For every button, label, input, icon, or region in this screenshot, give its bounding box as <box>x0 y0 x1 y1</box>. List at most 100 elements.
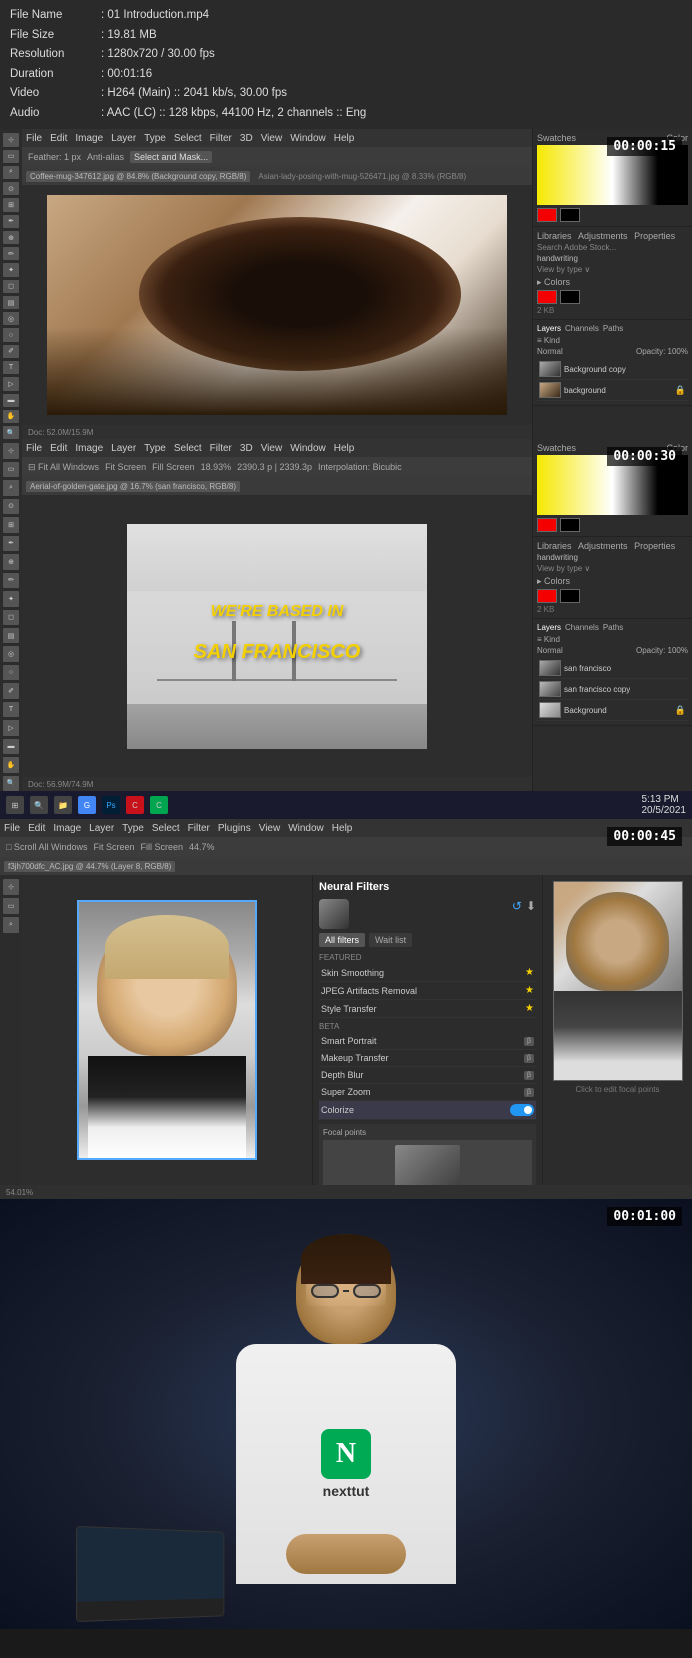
layer-sf[interactable]: san francisco <box>537 658 688 679</box>
tab-coffee[interactable]: Coffee-mug-347612.jpg @ 84.8% (Backgroun… <box>26 171 250 182</box>
menu2-help[interactable]: Help <box>334 443 355 454</box>
tool-gradient[interactable]: ▤ <box>3 296 19 309</box>
library-swatch-red-2[interactable] <box>537 589 557 603</box>
tool2-text[interactable]: T <box>3 702 19 717</box>
swatch-red-2[interactable] <box>537 518 557 532</box>
menu-view[interactable]: View <box>261 133 283 144</box>
tool2-pen[interactable]: ✐ <box>3 683 19 698</box>
tab-golden-gate[interactable]: Aerial-of-golden-gate.jpg @ 16.7% (san f… <box>26 481 240 492</box>
focal-points-preview[interactable] <box>323 1140 532 1185</box>
swatch-black[interactable] <box>560 208 580 222</box>
menu-filter[interactable]: Filter <box>210 133 232 144</box>
menu3-plugins[interactable]: Plugins <box>218 823 251 834</box>
tool3-select[interactable]: ▭ <box>3 898 19 914</box>
tool-shape[interactable]: ▬ <box>3 394 19 407</box>
tool-move[interactable]: ⊹ <box>3 133 19 146</box>
tool2-eye[interactable]: ✒ <box>3 536 19 551</box>
menu3-type[interactable]: Type <box>122 823 144 834</box>
paths-tab[interactable]: Paths <box>603 324 623 333</box>
tool-select[interactable]: ▭ <box>3 150 19 163</box>
filter-makeup-transfer[interactable]: Makeup Transfer β <box>319 1050 536 1067</box>
tool2-blur2[interactable]: ◎ <box>3 646 19 661</box>
filter-depth-blur[interactable]: Depth Blur β <box>319 1067 536 1084</box>
fit-screen[interactable]: Fit Screen <box>105 462 146 472</box>
channels-tab[interactable]: Channels <box>565 324 599 333</box>
taskbar2-chrome[interactable]: G <box>78 796 96 814</box>
menu2-image[interactable]: Image <box>75 443 103 454</box>
taskbar2-photoshop[interactable]: Ps <box>102 796 120 814</box>
tool-pen[interactable]: ✐ <box>3 345 19 358</box>
menu2-filter[interactable]: Filter <box>210 443 232 454</box>
tool2-zoom[interactable]: 🔍 <box>3 776 19 791</box>
library-swatch-black-2[interactable] <box>560 589 580 603</box>
channels-tab-2[interactable]: Channels <box>565 623 599 632</box>
ps-canvas-2[interactable]: WE'RE BASED IN SAN FRANCISCO <box>22 495 532 777</box>
library-swatch-black[interactable] <box>560 290 580 304</box>
tool2-heal[interactable]: ⊕ <box>3 554 19 569</box>
tool2-shape[interactable]: ▬ <box>3 739 19 754</box>
tool2-select[interactable]: ▭ <box>3 462 19 477</box>
fit-all[interactable]: Fit Screen <box>93 842 134 852</box>
layers-tab[interactable]: Layers <box>537 324 561 333</box>
menu3-image[interactable]: Image <box>53 823 81 834</box>
tool-dodge[interactable]: ○ <box>3 328 19 341</box>
menu-edit[interactable]: Edit <box>50 133 67 144</box>
menu-help[interactable]: Help <box>334 133 355 144</box>
menu3-layer[interactable]: Layer <box>89 823 114 834</box>
tool-magic-wand[interactable]: ⊙ <box>3 182 19 195</box>
menu2-window[interactable]: Window <box>290 443 326 454</box>
paths-tab-2[interactable]: Paths <box>603 623 623 632</box>
fill-screen[interactable]: Fill Screen <box>152 462 195 472</box>
menu-image[interactable]: Image <box>75 133 103 144</box>
nf-download-icon[interactable]: ⬇ <box>526 899 536 913</box>
menu3-help[interactable]: Help <box>332 823 353 834</box>
menu-select[interactable]: Select <box>174 133 202 144</box>
menu2-select[interactable]: Select <box>174 443 202 454</box>
menu2-file[interactable]: File <box>26 443 42 454</box>
tool-clone[interactable]: ✦ <box>3 263 19 276</box>
tool2-brush[interactable]: ✏ <box>3 573 19 588</box>
filter-smart-portrait[interactable]: Smart Portrait β <box>319 1033 536 1050</box>
tool-text[interactable]: T <box>3 361 19 374</box>
filter-jpeg-artifacts[interactable]: JPEG Artifacts Removal ★ <box>319 982 536 1000</box>
menu3-file[interactable]: File <box>4 823 20 834</box>
opacity-value[interactable]: Opacity: 100% <box>636 347 688 356</box>
tool3-lasso[interactable]: ⌕ <box>3 917 19 933</box>
layers-tab-2[interactable]: Layers <box>537 623 561 632</box>
tab-asian-lady[interactable]: Asian-lady-posing-with-mug-526471.jpg @ … <box>254 171 470 182</box>
ps-canvas-1[interactable] <box>22 185 532 425</box>
tool2-grad[interactable]: ▤ <box>3 628 19 643</box>
layer-background[interactable]: background 🔒 <box>537 380 688 401</box>
taskbar2-files[interactable]: 📁 <box>54 796 72 814</box>
normal-blend-2[interactable]: Normal <box>537 646 563 655</box>
swatches-label[interactable]: Swatches <box>537 133 576 143</box>
tool2-magic[interactable]: ⊙ <box>3 499 19 514</box>
tool-healing[interactable]: ⊕ <box>3 231 19 244</box>
taskbar2-app2[interactable]: C <box>150 796 168 814</box>
tool-lasso[interactable]: ⌕ <box>3 166 19 179</box>
colorize-toggle[interactable] <box>510 1104 534 1116</box>
menu-type[interactable]: Type <box>144 133 166 144</box>
tab-marilyn[interactable]: f3jh700dfc_AC.jpg @ 44.7% (Layer 8, RGB/… <box>4 861 175 872</box>
menu3-edit[interactable]: Edit <box>28 823 45 834</box>
menu-file[interactable]: File <box>26 133 42 144</box>
menu-window[interactable]: Window <box>290 133 326 144</box>
layer-bg-2[interactable]: Background 🔒 <box>537 700 688 721</box>
menu2-layer[interactable]: Layer <box>111 443 136 454</box>
swatch-red[interactable] <box>537 208 557 222</box>
tool-blur[interactable]: ◎ <box>3 312 19 325</box>
taskbar2-search[interactable]: 🔍 <box>30 796 48 814</box>
tool2-crop[interactable]: ⊞ <box>3 517 19 532</box>
filter-skin-smoothing[interactable]: Skin Smoothing ★ <box>319 964 536 982</box>
tool2-hand[interactable]: ✋ <box>3 757 19 772</box>
menu2-edit[interactable]: Edit <box>50 443 67 454</box>
tool2-clone[interactable]: ✦ <box>3 591 19 606</box>
select-mask-label[interactable]: Select and Mask... <box>130 151 212 163</box>
tool3-move[interactable]: ⊹ <box>3 879 19 895</box>
tool-zoom[interactable]: 🔍 <box>3 426 19 439</box>
menu3-filter[interactable]: Filter <box>188 823 210 834</box>
tool2-erase[interactable]: ◻ <box>3 610 19 625</box>
fill-all[interactable]: Fill Screen <box>140 842 183 852</box>
menu3-select[interactable]: Select <box>152 823 180 834</box>
menu2-type[interactable]: Type <box>144 443 166 454</box>
